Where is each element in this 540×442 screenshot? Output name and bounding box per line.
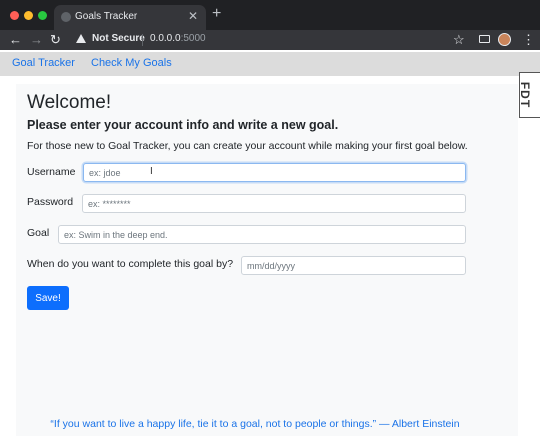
text-cursor-icon: I [150,166,153,177]
cast-icon[interactable] [479,35,490,43]
fdt-badge-label: FDT [518,81,533,109]
goal-input[interactable] [58,225,466,244]
new-tab-button[interactable]: + [212,5,221,23]
profile-avatar[interactable] [498,33,511,46]
intro-text: For those new to Goal Tracker, you can c… [27,140,468,152]
url-host: 0.0.0.0 [150,33,181,44]
close-window-button[interactable] [10,11,19,20]
address-bar[interactable]: 0.0.0.0:5000 [150,33,206,44]
app-navbar: Goal Tracker Check My Goals [0,52,540,76]
warning-icon[interactable] [76,34,86,43]
browser-toolbar: ← → ↻ Not Secure 0.0.0.0:5000 ☆ ⋮ [0,30,540,50]
nav-link-goal-tracker[interactable]: Goal Tracker [12,57,75,69]
save-button[interactable]: Save! [27,286,69,310]
browser-tab[interactable]: Goals Tracker ✕ [54,5,206,30]
browser-menu-icon[interactable]: ⋮ [522,31,535,49]
username-label: Username [27,166,76,178]
goal-label: Goal [27,227,50,239]
minimize-window-button[interactable] [24,11,33,20]
password-label: Password [27,196,74,208]
browser-tab-bar: Goals Tracker ✕ + [0,0,540,30]
close-tab-icon[interactable]: ✕ [188,9,198,23]
url-port: :5000 [180,33,206,44]
bookmark-star-icon[interactable]: ☆ [453,31,465,49]
page-title: Welcome! [27,92,112,113]
date-input[interactable] [241,256,466,275]
quote-footer: “If you want to live a happy life, tie i… [50,418,460,430]
back-arrow-icon[interactable]: ← [9,31,22,49]
forward-arrow-icon[interactable]: → [30,31,43,49]
tab-title: Goals Tracker [75,11,138,22]
reload-icon[interactable]: ↻ [50,31,61,49]
globe-icon [61,12,71,22]
username-input[interactable] [83,163,466,182]
security-status[interactable]: Not Secure [92,33,145,44]
fdt-badge[interactable]: FDT [518,72,540,118]
nav-link-check-my-goals[interactable]: Check My Goals [91,57,172,69]
form-subheading: Please enter your account info and write… [27,118,339,132]
date-label: When do you want to complete this goal b… [27,258,234,270]
password-input[interactable] [82,194,466,213]
url-divider [142,34,143,46]
maximize-window-button[interactable] [38,11,47,20]
